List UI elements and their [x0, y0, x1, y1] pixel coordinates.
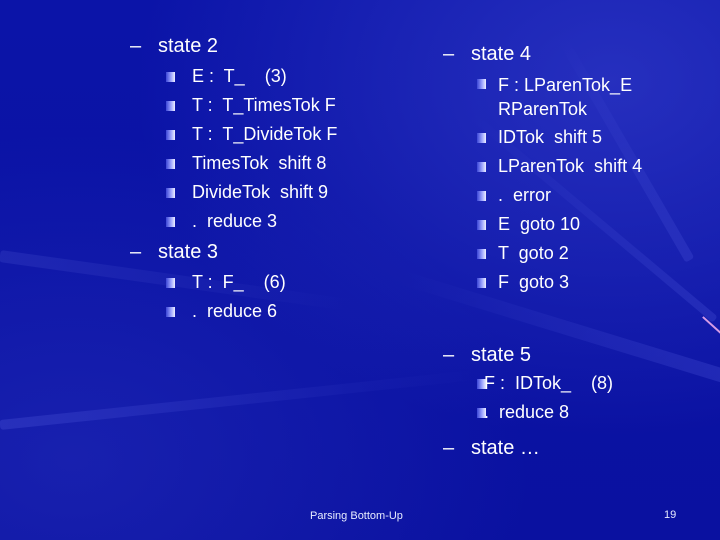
square-bullet-icon	[477, 408, 486, 418]
square-bullet-icon	[166, 101, 175, 111]
item-text: F goto 3	[498, 272, 570, 292]
right-column: – state 4 F : LParenTok_E RParenTok IDTok…	[443, 42, 663, 297]
item-text: . reduce 3	[192, 211, 278, 231]
state-label: state 4	[471, 43, 532, 65]
state-label: state 2	[158, 35, 219, 57]
list-item: TimesTok shift 8	[166, 149, 337, 178]
state-4-heading: – state 4	[443, 42, 663, 66]
state-3-items: T : F_ (6) . reduce 6	[166, 268, 337, 326]
square-bullet-icon	[166, 159, 175, 169]
item-text: F : IDTok_ (8)	[479, 373, 614, 393]
square-bullet-icon	[477, 133, 486, 143]
square-bullet-icon	[477, 191, 486, 201]
item-text: . reduce 8	[479, 402, 570, 422]
left-column: – state 2 E : T_ (3) T : T_TimesTok F T :…	[130, 34, 337, 326]
state-5-heading: – state 5	[443, 343, 613, 367]
state-2-heading: – state 2	[130, 34, 337, 58]
item-text: IDTok shift 5	[498, 127, 603, 147]
item-text: E goto 10	[498, 214, 581, 234]
square-bullet-icon	[477, 278, 486, 288]
square-bullet-icon	[477, 79, 486, 89]
list-item: IDTok shift 5	[477, 123, 663, 152]
item-text: T : T_TimesTok F	[192, 95, 336, 115]
list-item: LParenTok shift 4	[477, 152, 663, 181]
dash-marker: –	[443, 344, 455, 366]
item-text: . reduce 6	[192, 301, 278, 321]
slide-footer: Parsing Bottom-Up	[310, 510, 403, 522]
item-text: . error	[498, 185, 552, 205]
item-text: T : F_ (6)	[192, 272, 286, 292]
state-label: state …	[471, 437, 540, 459]
list-item: T : T_DivideTok F	[166, 120, 338, 149]
list-item: E goto 10	[477, 210, 663, 239]
list-item: T goto 2	[477, 239, 663, 268]
state-more-heading: – state …	[443, 436, 540, 460]
list-item: E : T_ (3)	[166, 62, 337, 91]
item-text: DivideTok shift 9	[192, 182, 329, 202]
list-item: . reduce 6	[166, 297, 337, 326]
item-text: E : T_ (3)	[192, 66, 287, 86]
dash-marker: –	[443, 437, 455, 459]
state-label: state 3	[158, 241, 219, 263]
item-text: TimesTok shift 8	[192, 153, 327, 173]
list-item: . error	[477, 181, 663, 210]
square-bullet-icon	[477, 220, 486, 230]
list-item: F goto 3	[477, 268, 663, 297]
state-label: state 5	[471, 344, 532, 366]
item-text: LParenTok shift 4	[498, 156, 643, 176]
list-item: DivideTok shift 9	[166, 178, 337, 207]
square-bullet-icon	[477, 249, 486, 259]
page-number: 19	[664, 509, 677, 521]
list-item: T : F_ (6)	[166, 268, 337, 297]
list-item: F : IDTok_ (8)	[477, 369, 614, 398]
state-4-items: F : LParenTok_E RParenTok IDTok shift 5 …	[477, 70, 663, 297]
item-text: T : T_DivideTok F	[192, 124, 338, 144]
item-text: T goto 2	[498, 243, 569, 263]
square-bullet-icon	[166, 278, 175, 288]
state-more-block: – state …	[443, 436, 540, 460]
square-bullet-icon	[477, 379, 486, 389]
item-text: F : LParenTok_E RParenTok	[498, 75, 633, 119]
dash-marker: –	[130, 35, 142, 57]
list-item: . reduce 8	[477, 398, 613, 427]
square-bullet-icon	[166, 307, 175, 317]
list-item: T : T_TimesTok F	[166, 91, 337, 120]
square-bullet-icon	[166, 217, 175, 227]
square-bullet-icon	[477, 162, 486, 172]
list-item: F : LParenTok_E RParenTok	[477, 70, 663, 123]
square-bullet-icon	[166, 188, 175, 198]
square-bullet-icon	[166, 72, 175, 82]
square-bullet-icon	[166, 130, 175, 140]
state-5-block: – state 5 F : IDTok_ (8) . reduce 8	[443, 343, 613, 427]
state-3-heading: – state 3	[130, 240, 337, 264]
list-item: . reduce 3	[166, 207, 337, 236]
state-2-items: E : T_ (3) T : T_TimesTok F T : T_Divide…	[166, 62, 338, 236]
dash-marker: –	[130, 241, 142, 263]
dash-marker: –	[443, 43, 455, 65]
state-5-items: F : IDTok_ (8) . reduce 8	[477, 369, 614, 427]
